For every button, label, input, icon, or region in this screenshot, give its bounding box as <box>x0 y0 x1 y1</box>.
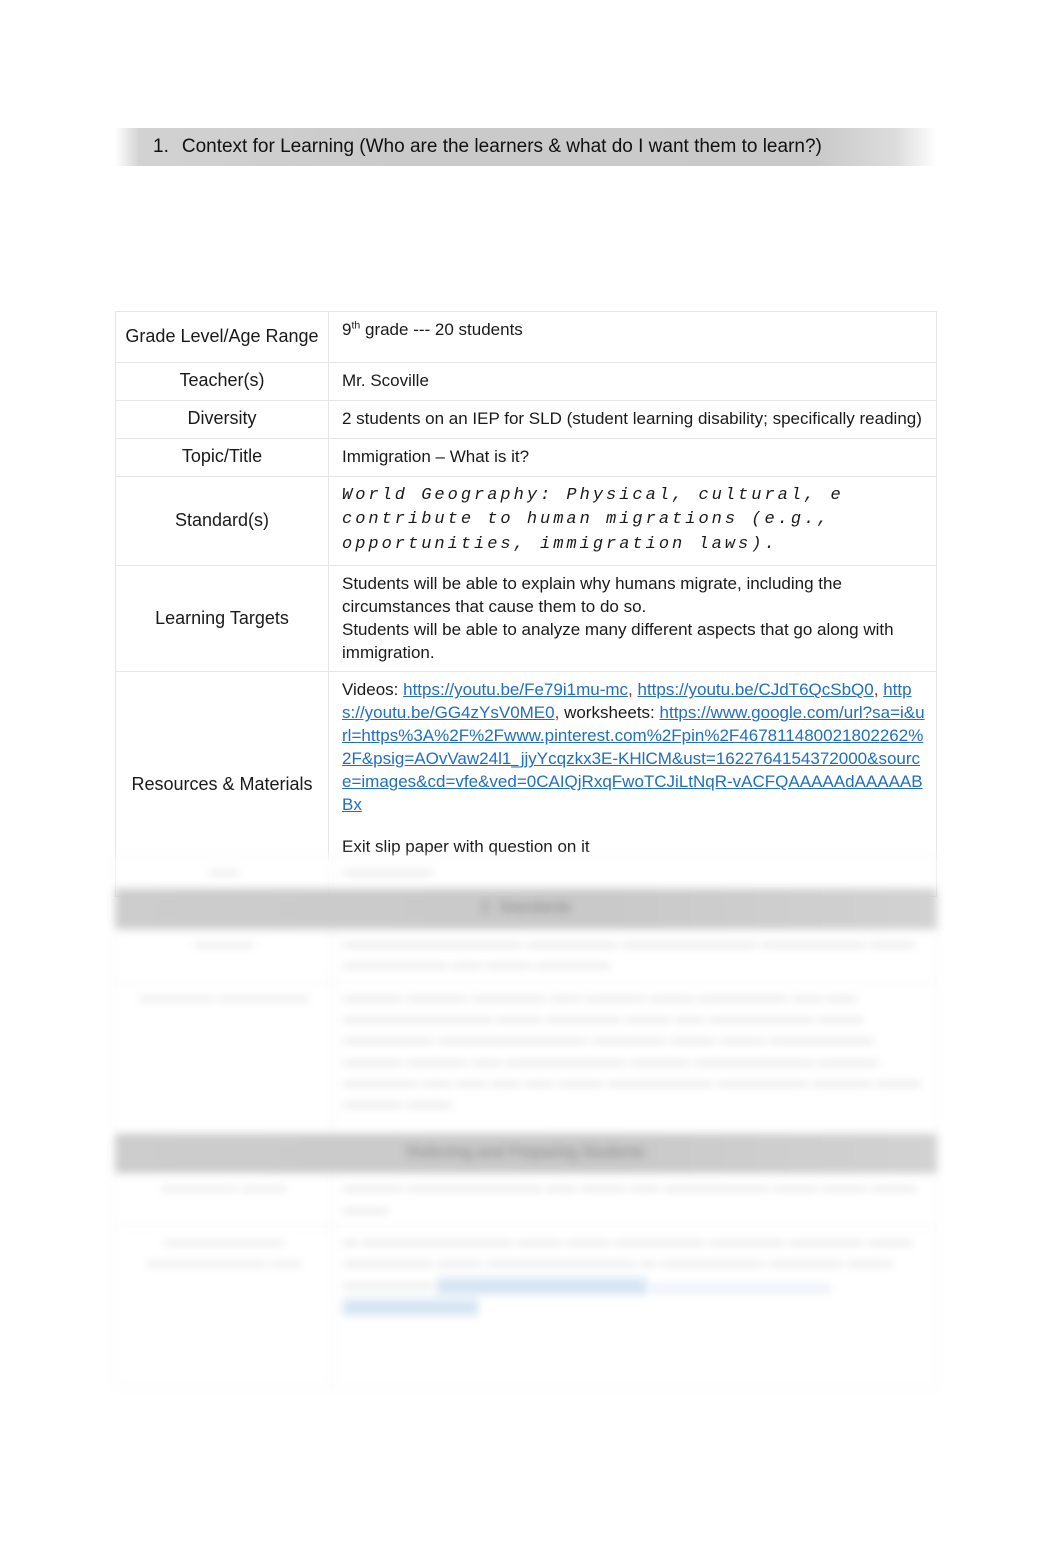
row-value-grade-level: 9th grade --- 20 students <box>328 311 937 363</box>
learning-target-2: Students will be able to analyze many di… <box>342 619 894 662</box>
blurred-label-5: ————— ——— <box>115 1172 333 1227</box>
blurred-label-3: ————— —————— <box>115 981 333 1134</box>
blurred-value-3: ———— ———— ————— —— ———— ——— —————— —— ——… <box>332 981 937 1134</box>
section-header-bar: 1. Context for Learning (Who are the lea… <box>115 128 937 166</box>
blurred-label-2: ———— <box>115 928 333 983</box>
standard-line-1: World Geography: Physical, cultural, e <box>342 485 844 505</box>
blurred-link-1[interactable]: —————————————— <box>437 1276 648 1294</box>
row-label-teachers: Teacher(s) <box>115 362 329 401</box>
row-value-resources-materials: Videos: https://youtu.be/Fe79i1mu-mc, ht… <box>328 671 937 898</box>
grade-detail: grade --- 20 students <box>360 320 523 339</box>
blurred-row-6: ———————— ———————— —— — —————————— ——— ——… <box>115 1225 937 1388</box>
blurred-row-5: ————— ——— ———— ————————— —— ——— —— —————… <box>115 1172 937 1227</box>
row-value-standards: World Geography: Physical, cultural, e c… <box>328 475 937 566</box>
table-row-grade-level: Grade Level/Age Range 9th grade --- 20 s… <box>115 311 937 363</box>
learning-target-1: Students will be able to explain why hum… <box>342 573 842 616</box>
row-value-diversity: 2 students on an IEP for SLD (student le… <box>328 399 937 439</box>
blurred-value-5: ———— ————————— —— ——— —— ——————— ——— ———… <box>332 1172 937 1227</box>
row-label-standards: Standard(s) <box>115 475 329 566</box>
blurred-value-6: — —————————— ——— ——— —————— ————— ————— … <box>332 1225 937 1388</box>
row-value-topic-title: Immigration – What is it? <box>328 437 937 477</box>
exit-slip-note: Exit slip paper with question on it <box>342 837 590 857</box>
standard-line-2: contribute to human migrations (e.g., <box>342 510 831 530</box>
section-title: Context for Learning (Who are the learne… <box>181 136 822 157</box>
table-row-topic-title: Topic/Title Immigration – What is it? <box>115 437 937 477</box>
standard-line-3: opportunities, immigration laws). <box>342 535 778 555</box>
row-label-learning-targets: Learning Targets <box>115 564 329 673</box>
table-row-teachers: Teacher(s) Mr. Scoville <box>115 362 937 401</box>
row-value-learning-targets: Students will be able to explain why hum… <box>328 564 937 673</box>
section-number: 1. <box>153 136 169 157</box>
row-label-resources-materials: Resources & Materials <box>115 671 329 898</box>
out-of-focus-region: —— —————— 2. Standards ———— ————————————… <box>0 855 1062 1416</box>
comma-3: , <box>554 703 560 723</box>
table-row-learning-targets: Learning Targets Students will be able t… <box>115 564 937 673</box>
grade-ordinal-suffix: th <box>351 319 361 332</box>
table-row-resources-materials: Resources & Materials Videos: https://yo… <box>115 671 937 898</box>
blurred-bar-label-referring: Referring and Preparing Students <box>115 1132 937 1174</box>
videos-label: Videos: <box>342 680 404 700</box>
row-value-teachers: Mr. Scoville <box>328 362 937 401</box>
row-label-topic-title: Topic/Title <box>115 437 329 477</box>
video-link-2[interactable]: https://youtu.be/CJdT6QcSbQ0 <box>637 680 873 699</box>
lesson-context-table: Grade Level/Age Range 9th grade --- 20 s… <box>115 311 937 898</box>
row-label-grade-level: Grade Level/Age Range <box>115 311 329 363</box>
blurred-table: —— —————— 2. Standards ———— ————————————… <box>115 855 937 1388</box>
blurred-label-6: ———————— ———————— —— <box>115 1225 333 1388</box>
comma-1: , <box>628 680 633 700</box>
comma-2: , <box>873 680 879 700</box>
row-label-diversity: Diversity <box>115 399 329 439</box>
table-row-diversity: Diversity 2 students on an IEP for SLD (… <box>115 399 937 439</box>
worksheets-label: worksheets: <box>564 703 660 723</box>
blurred-value-2: ———————————— —————— ————————— ——————— ——… <box>332 928 937 983</box>
blurred-link-3[interactable]: ————————— <box>343 1297 478 1315</box>
blurred-row-2: ———— ———————————— —————— ————————— —————… <box>115 928 937 983</box>
standard-text-block: World Geography: Physical, cultural, e c… <box>342 484 1062 558</box>
video-link-1[interactable]: https://youtu.be/Fe79i1mu-mc <box>403 680 628 699</box>
blurred-text-6: — —————————— ——— ——— —————— ————— ————— … <box>343 1233 913 1294</box>
blurred-link-2[interactable]: ———————————— <box>651 1277 831 1294</box>
blurred-section-bar-referring: Referring and Preparing Students <box>115 1132 937 1174</box>
table-row-standards: Standard(s) World Geography: Physical, c… <box>115 475 937 566</box>
blurred-row-3: ————— —————— ———— ———— ————— —— ———— ———… <box>115 981 937 1134</box>
